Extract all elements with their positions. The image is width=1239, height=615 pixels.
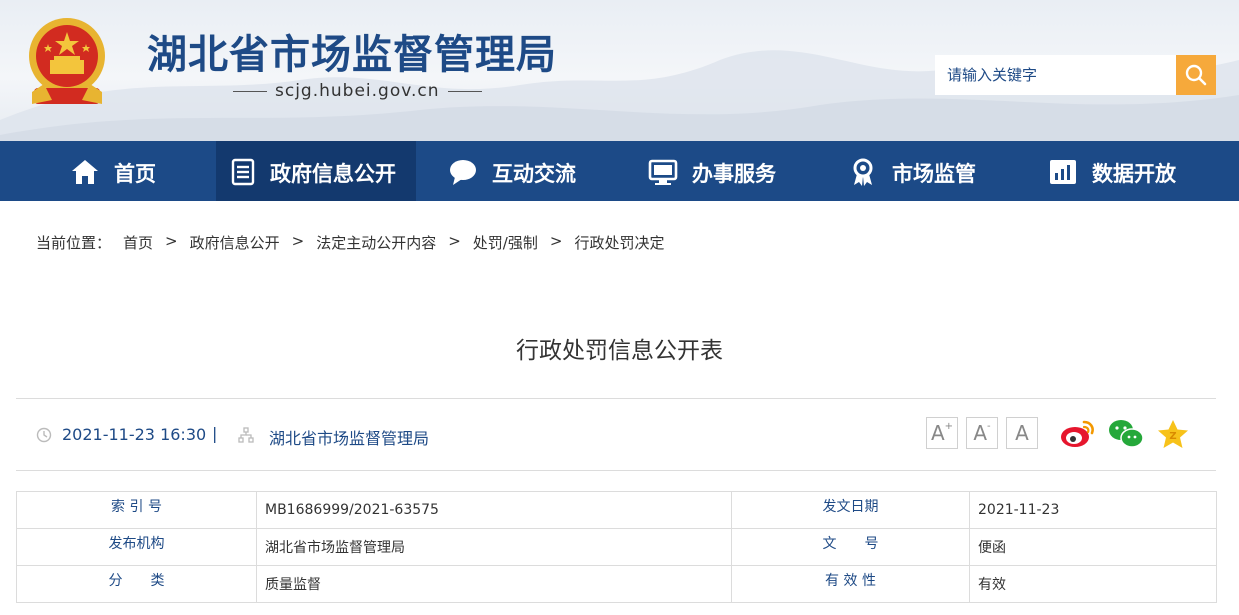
search-box	[935, 55, 1216, 95]
table-key: 发文日期	[731, 491, 970, 529]
search-icon	[1185, 64, 1207, 86]
table-value: 质量监督	[256, 565, 732, 603]
document-list-icon	[231, 158, 255, 186]
nav-item-home[interactable]: 首页	[0, 141, 216, 201]
table-value: 2021-11-23	[969, 491, 1217, 529]
site-header: 湖北省市场监督管理局 scjg.hubei.gov.cn	[0, 0, 1239, 141]
table-row: 分 类 质量监督 有 效 性 有效	[16, 565, 1217, 603]
breadcrumb-separator: >	[448, 232, 461, 250]
font-small-label: A	[973, 421, 988, 445]
breadcrumb-link[interactable]: 法定主动公开内容	[316, 232, 436, 253]
table-value: 有效	[969, 565, 1217, 603]
table-value: MB1686999/2021-63575	[256, 491, 732, 529]
site-title: 湖北省市场监督管理局	[147, 31, 557, 78]
nav-item-gov-info[interactable]: 政府信息公开	[216, 141, 416, 201]
domain-dash-left	[233, 90, 267, 92]
breadcrumb: 当前位置： 首页 > 政府信息公开 > 法定主动公开内容 > 处罚/强制 > 行…	[36, 232, 664, 253]
breadcrumb-link[interactable]: 处罚/强制	[473, 232, 538, 253]
search-button[interactable]	[1176, 55, 1216, 95]
nav-item-label: 首页	[114, 162, 156, 186]
award-badge-icon	[853, 158, 873, 186]
site-domain: scjg.hubei.gov.cn	[233, 81, 482, 101]
favorite-star-icon[interactable]: Z	[1156, 418, 1190, 450]
svg-text:Z: Z	[1169, 431, 1176, 442]
page-title: 行政处罚信息公开表	[516, 338, 723, 364]
nav-item-services[interactable]: 办事服务	[616, 141, 816, 201]
breadcrumb-link[interactable]: 首页	[123, 232, 153, 253]
nav-item-market[interactable]: 市场监管	[816, 141, 1016, 201]
meta-divider: |	[212, 424, 218, 443]
info-table: 索 引 号 MB1686999/2021-63575 发文日期 2021-11-…	[16, 491, 1217, 603]
search-input[interactable]	[935, 55, 1176, 95]
table-key: 发布机构	[16, 528, 257, 566]
table-value: 便函	[969, 528, 1217, 566]
publish-datetime: 2021-11-23 16:30	[62, 425, 207, 444]
breadcrumb-separator: >	[549, 232, 563, 250]
nav-item-label: 政府信息公开	[270, 162, 396, 186]
font-large-label: A	[930, 421, 945, 445]
font-reset-label: A	[1015, 421, 1029, 445]
monitor-icon	[648, 159, 678, 185]
nav-item-label: 市场监管	[892, 162, 976, 186]
weibo-icon[interactable]	[1060, 418, 1096, 450]
nav-item-interaction[interactable]: 互动交流	[416, 141, 616, 201]
font-small-sup: -	[987, 420, 991, 432]
font-size-reset-button[interactable]: A	[1006, 417, 1038, 449]
domain-dash-right	[447, 90, 482, 92]
wechat-icon[interactable]	[1108, 418, 1144, 450]
breadcrumb-prefix: 当前位置：	[36, 234, 112, 252]
breadcrumb-separator: >	[165, 232, 178, 250]
font-size-decrease-button[interactable]: A-	[966, 417, 998, 449]
chat-bubble-icon	[450, 160, 476, 185]
breadcrumb-link[interactable]: 行政处罚决定	[574, 232, 664, 253]
table-row: 索 引 号 MB1686999/2021-63575 发文日期 2021-11-…	[16, 491, 1217, 529]
divider	[16, 398, 1216, 399]
main-nav: 首页 政府信息公开 互动交流 办事服务 市场监管 数据开放	[0, 141, 1239, 201]
nav-item-label: 互动交流	[492, 162, 576, 186]
breadcrumb-separator: >	[291, 232, 305, 250]
bar-chart-icon	[1050, 160, 1076, 184]
font-large-sup: +	[944, 420, 954, 432]
divider	[16, 470, 1216, 471]
organization-icon	[238, 427, 254, 443]
nav-item-open-data[interactable]: 数据开放	[1016, 141, 1239, 201]
site-domain-text: scjg.hubei.gov.cn	[275, 81, 440, 101]
breadcrumb-link[interactable]: 政府信息公开	[190, 232, 280, 253]
table-value: 湖北省市场监督管理局	[256, 528, 732, 566]
nav-item-label: 办事服务	[692, 162, 776, 186]
national-emblem-icon	[29, 18, 105, 104]
table-key: 分 类	[16, 565, 257, 603]
home-icon	[72, 160, 98, 184]
table-key: 索 引 号	[16, 491, 257, 529]
table-key: 有 效 性	[731, 565, 970, 603]
font-size-increase-button[interactable]: A +	[926, 417, 958, 449]
table-row: 发布机构 湖北省市场监督管理局 文 号 便函	[16, 528, 1217, 566]
nav-item-label: 数据开放	[1092, 162, 1176, 186]
table-key: 文 号	[731, 528, 970, 566]
publisher: 湖北省市场监督管理局	[269, 429, 430, 448]
clock-icon	[36, 427, 52, 443]
